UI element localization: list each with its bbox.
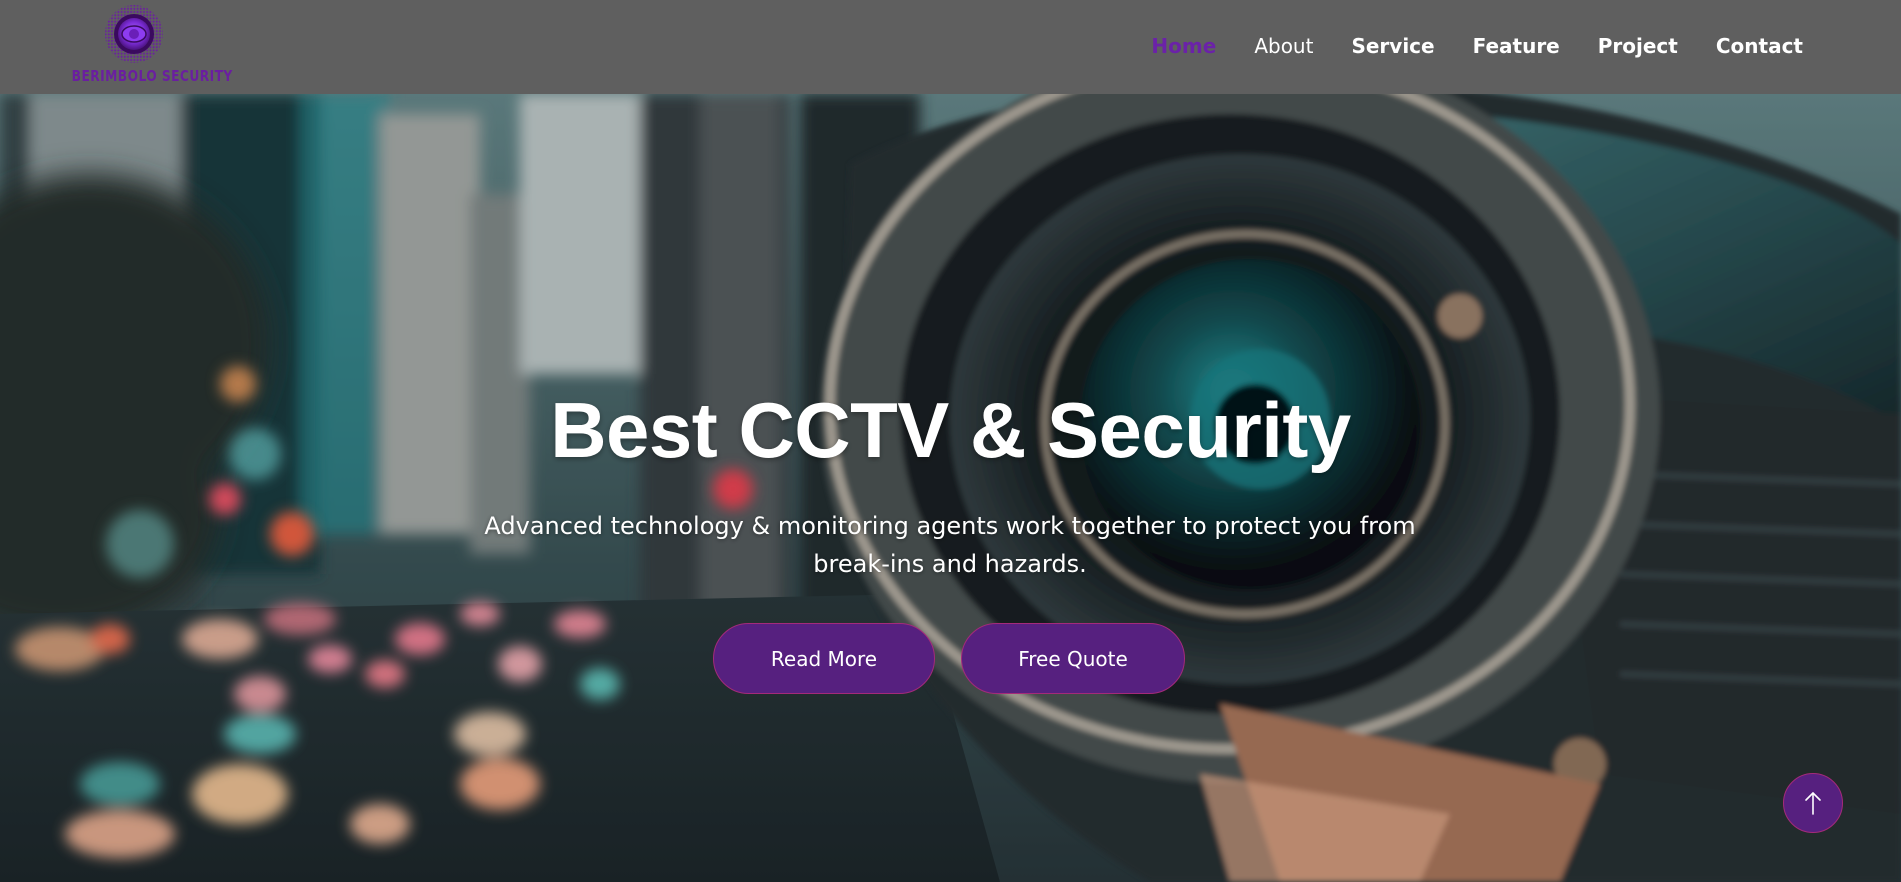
brand-logo[interactable]: BERIMBOLO SECURITY (58, 4, 233, 88)
hero-overlay (0, 94, 1901, 882)
back-to-top-button[interactable] (1783, 773, 1843, 833)
nav-home[interactable]: Home (1151, 32, 1216, 60)
free-quote-button[interactable]: Free Quote (961, 623, 1185, 694)
nav-about[interactable]: About (1254, 32, 1313, 60)
arrow-up-icon (1805, 792, 1821, 815)
nav-project[interactable]: Project (1598, 32, 1678, 60)
hero-title: Best CCTV & Security (550, 386, 1351, 474)
site-header: BERIMBOLO SECURITY Home About Service Fe… (0, 0, 1901, 94)
nav-feature[interactable]: Feature (1473, 32, 1560, 60)
eye-lens-icon (105, 5, 163, 63)
brand-name: BERIMBOLO SECURITY (71, 67, 233, 85)
hero-subtitle: Advanced technology & monitoring agents … (484, 512, 1416, 578)
hero-section (0, 94, 1901, 882)
nav-contact[interactable]: Contact (1716, 32, 1803, 60)
main-nav: Home About Service Feature Project Conta… (1113, 32, 1803, 60)
nav-service[interactable]: Service (1351, 32, 1434, 60)
read-more-button[interactable]: Read More (713, 623, 935, 694)
